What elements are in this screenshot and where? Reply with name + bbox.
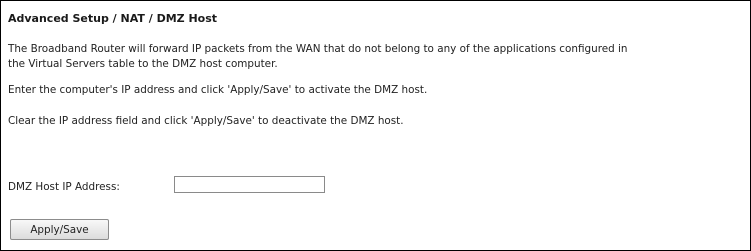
dmz-ip-label: DMZ Host IP Address: bbox=[8, 181, 120, 193]
activate-instruction: Enter the computer's IP address and clic… bbox=[8, 84, 428, 96]
dmz-host-panel: Advanced Setup / NAT / DMZ Host The Broa… bbox=[0, 0, 751, 251]
deactivate-instruction: Clear the IP address field and click 'Ap… bbox=[8, 115, 404, 127]
apply-save-button[interactable]: Apply/Save bbox=[10, 219, 109, 240]
dmz-ip-input[interactable] bbox=[174, 176, 325, 193]
description-line-1: The Broadband Router will forward IP pac… bbox=[8, 43, 628, 55]
description-paragraph: The Broadband Router will forward IP pac… bbox=[8, 42, 628, 72]
page-title: Advanced Setup / NAT / DMZ Host bbox=[8, 12, 218, 25]
description-line-2: the Virtual Servers table to the DMZ hos… bbox=[8, 58, 278, 70]
